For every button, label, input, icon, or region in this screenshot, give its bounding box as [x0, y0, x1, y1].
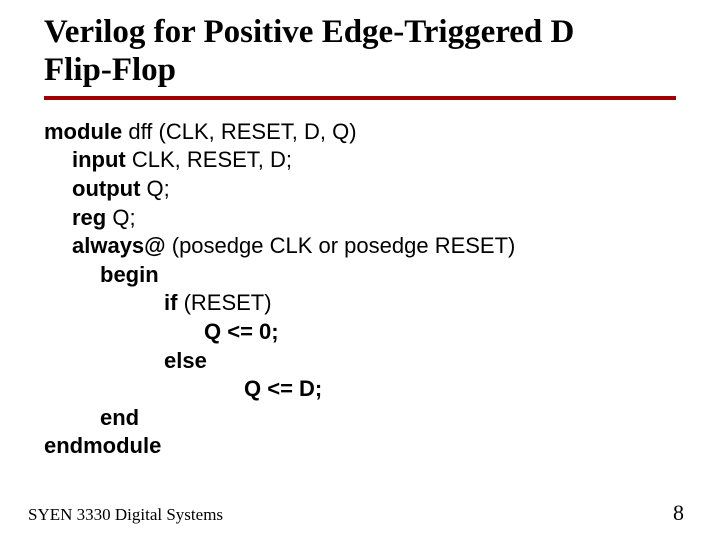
code-line-d-assign: Q <= D; — [44, 375, 676, 404]
footer-course: SYEN 3330 Digital Systems — [28, 505, 223, 525]
kw-output: output — [72, 176, 140, 201]
title-line-2: Flip-Flop — [44, 52, 176, 88]
code-line-endmodule: endmodule — [44, 432, 676, 461]
output-signature: Q; — [140, 176, 169, 201]
code-line-begin: begin — [44, 261, 676, 290]
kw-begin: begin — [100, 262, 159, 287]
code-line-output: output Q; — [44, 175, 676, 204]
footer: SYEN 3330 Digital Systems 8 — [0, 500, 720, 526]
code-line-end: end — [44, 404, 676, 433]
kw-end: end — [100, 405, 139, 430]
input-signature: CLK, RESET, D; — [126, 147, 292, 172]
title-divider — [44, 96, 676, 100]
code-line-if: if (RESET) — [44, 289, 676, 318]
kw-else: else — [164, 348, 207, 373]
code-line-module: module dff (CLK, RESET, D, Q) — [44, 118, 676, 147]
code-line-always: always@ (posedge CLK or posedge RESET) — [44, 232, 676, 261]
kw-reg: reg — [72, 205, 106, 230]
code-line-reg: reg Q; — [44, 204, 676, 233]
slide-title: Verilog for Positive Edge-Triggered D Fl… — [44, 14, 676, 90]
stmt-d: Q <= D; — [244, 376, 322, 401]
reg-signature: Q; — [106, 205, 135, 230]
kw-module: module — [44, 119, 122, 144]
stmt-reset: Q <= 0; — [204, 319, 279, 344]
always-signature: (posedge CLK or posedge RESET) — [166, 233, 516, 258]
if-signature: (RESET) — [177, 290, 271, 315]
code-line-else: else — [44, 347, 676, 376]
code-line-input: input CLK, RESET, D; — [44, 146, 676, 175]
kw-input: input — [72, 147, 126, 172]
slide: Verilog for Positive Edge-Triggered D Fl… — [0, 0, 720, 540]
kw-always: always@ — [72, 233, 166, 258]
footer-page-number: 8 — [673, 500, 684, 526]
kw-endmodule: endmodule — [44, 433, 161, 458]
module-signature: dff (CLK, RESET, D, Q) — [122, 119, 356, 144]
title-line-1: Verilog for Positive Edge-Triggered D — [44, 14, 574, 50]
code-line-reset-assign: Q <= 0; — [44, 318, 676, 347]
kw-if: if — [164, 290, 177, 315]
code-block: module dff (CLK, RESET, D, Q) input CLK,… — [44, 118, 676, 461]
